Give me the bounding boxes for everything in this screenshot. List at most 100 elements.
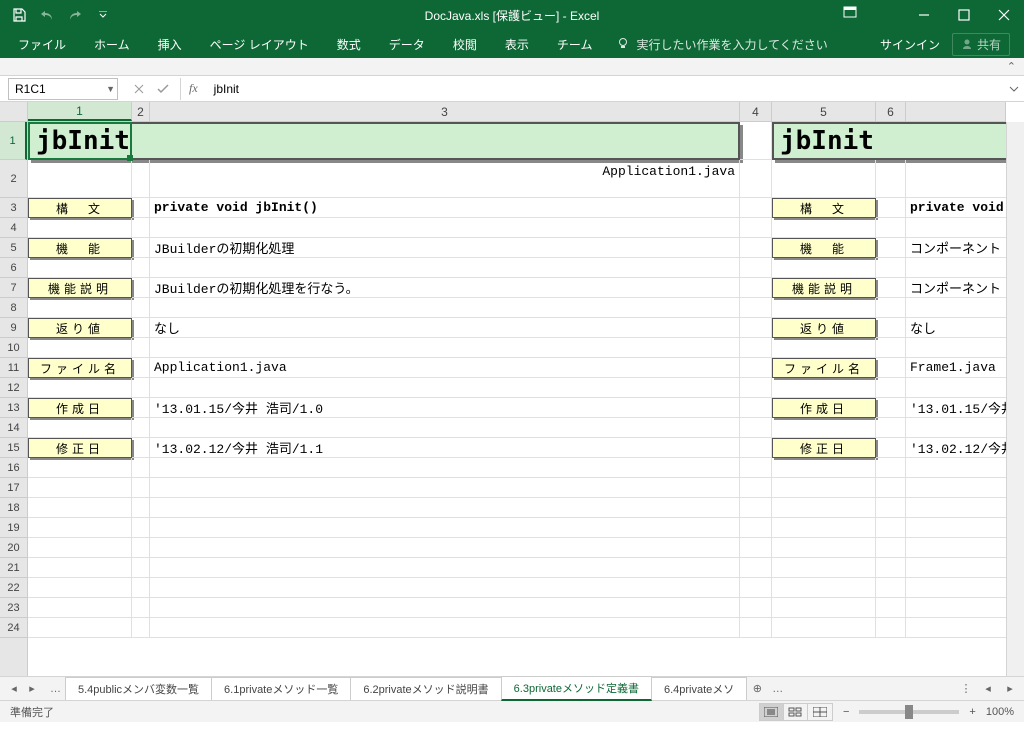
row-header[interactable]: 22 — [0, 578, 27, 598]
cell[interactable] — [772, 218, 876, 238]
cell[interactable] — [876, 218, 906, 238]
cell[interactable] — [876, 538, 906, 558]
column-header[interactable]: 1 — [28, 102, 132, 121]
cell[interactable] — [28, 338, 132, 358]
signin-link[interactable]: サインイン — [880, 36, 940, 53]
normal-view-button[interactable] — [760, 704, 784, 720]
cell[interactable] — [740, 258, 772, 278]
cell[interactable]: 返り値 — [772, 318, 876, 338]
column-header[interactable]: 3 — [150, 102, 740, 121]
cell[interactable] — [132, 378, 150, 398]
cell[interactable] — [740, 398, 772, 418]
cell[interactable]: 機能説明 — [772, 278, 876, 298]
cell[interactable] — [740, 318, 772, 338]
cell[interactable]: private void jbInit() — [150, 198, 740, 218]
cell[interactable] — [906, 338, 1006, 358]
page-layout-view-button[interactable] — [784, 704, 808, 720]
cell[interactable]: 機 能 — [772, 238, 876, 258]
cell[interactable] — [150, 598, 740, 618]
cell[interactable] — [772, 338, 876, 358]
row-header[interactable]: 19 — [0, 518, 27, 538]
row-header[interactable]: 11 — [0, 358, 27, 378]
cell[interactable] — [132, 438, 150, 458]
cell[interactable] — [28, 518, 132, 538]
cell[interactable] — [740, 358, 772, 378]
row-header[interactable]: 6 — [0, 258, 27, 278]
cell[interactable] — [132, 218, 150, 238]
cell[interactable]: JBuilderの初期化処理を行なう。 — [150, 278, 740, 298]
name-box[interactable]: R1C1 ▼ — [8, 78, 118, 100]
cell[interactable] — [28, 418, 132, 438]
cell[interactable] — [876, 318, 906, 338]
row-header[interactable]: 5 — [0, 238, 27, 258]
row-header[interactable]: 17 — [0, 478, 27, 498]
hscroll-right-button[interactable]: ▸ — [1002, 682, 1018, 695]
zoom-slider[interactable] — [859, 710, 959, 714]
cell[interactable] — [28, 498, 132, 518]
cell[interactable] — [28, 598, 132, 618]
column-header[interactable]: 6 — [876, 102, 906, 121]
cell[interactable] — [740, 218, 772, 238]
cell[interactable] — [906, 418, 1006, 438]
row-header[interactable]: 1 — [0, 122, 27, 160]
close-button[interactable] — [984, 0, 1024, 30]
cell[interactable] — [132, 238, 150, 258]
zoom-out-button[interactable]: − — [843, 706, 849, 718]
cell[interactable] — [740, 160, 772, 198]
cell[interactable]: Application1.java — [150, 160, 740, 198]
cell[interactable] — [906, 478, 1006, 498]
row-header[interactable]: 2 — [0, 160, 27, 198]
cell[interactable] — [28, 478, 132, 498]
cell[interactable] — [906, 578, 1006, 598]
column-header[interactable] — [906, 102, 1006, 121]
formula-input[interactable]: jbInit — [206, 78, 1004, 100]
page-break-view-button[interactable] — [808, 704, 832, 720]
cell[interactable] — [906, 538, 1006, 558]
cell[interactable]: コンポーネント — [906, 278, 1006, 298]
cell[interactable] — [772, 498, 876, 518]
tab-review[interactable]: 校閲 — [439, 30, 491, 58]
cell[interactable] — [132, 278, 150, 298]
tab-overflow-right-button[interactable]: … — [768, 683, 787, 695]
cell[interactable]: '13.01.15/今井 浩司/1.0 — [150, 398, 740, 418]
row-header[interactable]: 7 — [0, 278, 27, 298]
tab-home[interactable]: ホーム — [80, 30, 144, 58]
cell[interactable] — [28, 458, 132, 478]
save-button[interactable] — [6, 3, 32, 27]
cell[interactable]: 作成日 — [28, 398, 132, 418]
cell[interactable] — [772, 258, 876, 278]
row-header[interactable]: 4 — [0, 218, 27, 238]
cell[interactable] — [876, 258, 906, 278]
cell[interactable] — [740, 438, 772, 458]
cell[interactable] — [906, 518, 1006, 538]
cell[interactable]: jbInit — [28, 122, 740, 160]
cell[interactable] — [876, 438, 906, 458]
qat-customize-button[interactable] — [90, 3, 116, 27]
cell[interactable] — [906, 618, 1006, 638]
cell[interactable] — [772, 478, 876, 498]
cell[interactable] — [150, 338, 740, 358]
cell[interactable] — [906, 598, 1006, 618]
cell[interactable]: 構 文 — [28, 198, 132, 218]
column-header[interactable]: 4 — [740, 102, 772, 121]
cell[interactable] — [876, 618, 906, 638]
cell[interactable] — [876, 298, 906, 318]
cell[interactable] — [772, 598, 876, 618]
cell[interactable] — [150, 618, 740, 638]
cell[interactable] — [876, 578, 906, 598]
cell[interactable] — [132, 198, 150, 218]
cell[interactable] — [876, 378, 906, 398]
cell[interactable]: Application1.java — [150, 358, 740, 378]
cell[interactable] — [132, 518, 150, 538]
cell[interactable] — [132, 538, 150, 558]
tab-page-layout[interactable]: ページ レイアウト — [196, 30, 323, 58]
hscroll-left-button[interactable]: ◂ — [980, 682, 996, 695]
row-header[interactable]: 8 — [0, 298, 27, 318]
cell[interactable] — [876, 518, 906, 538]
sheet-tab-active[interactable]: 6.3privateメソッド定義書 — [501, 676, 652, 701]
cell[interactable]: 作成日 — [772, 398, 876, 418]
cell[interactable]: 修正日 — [28, 438, 132, 458]
cell[interactable] — [772, 538, 876, 558]
cell[interactable] — [28, 558, 132, 578]
cell[interactable] — [28, 218, 132, 238]
